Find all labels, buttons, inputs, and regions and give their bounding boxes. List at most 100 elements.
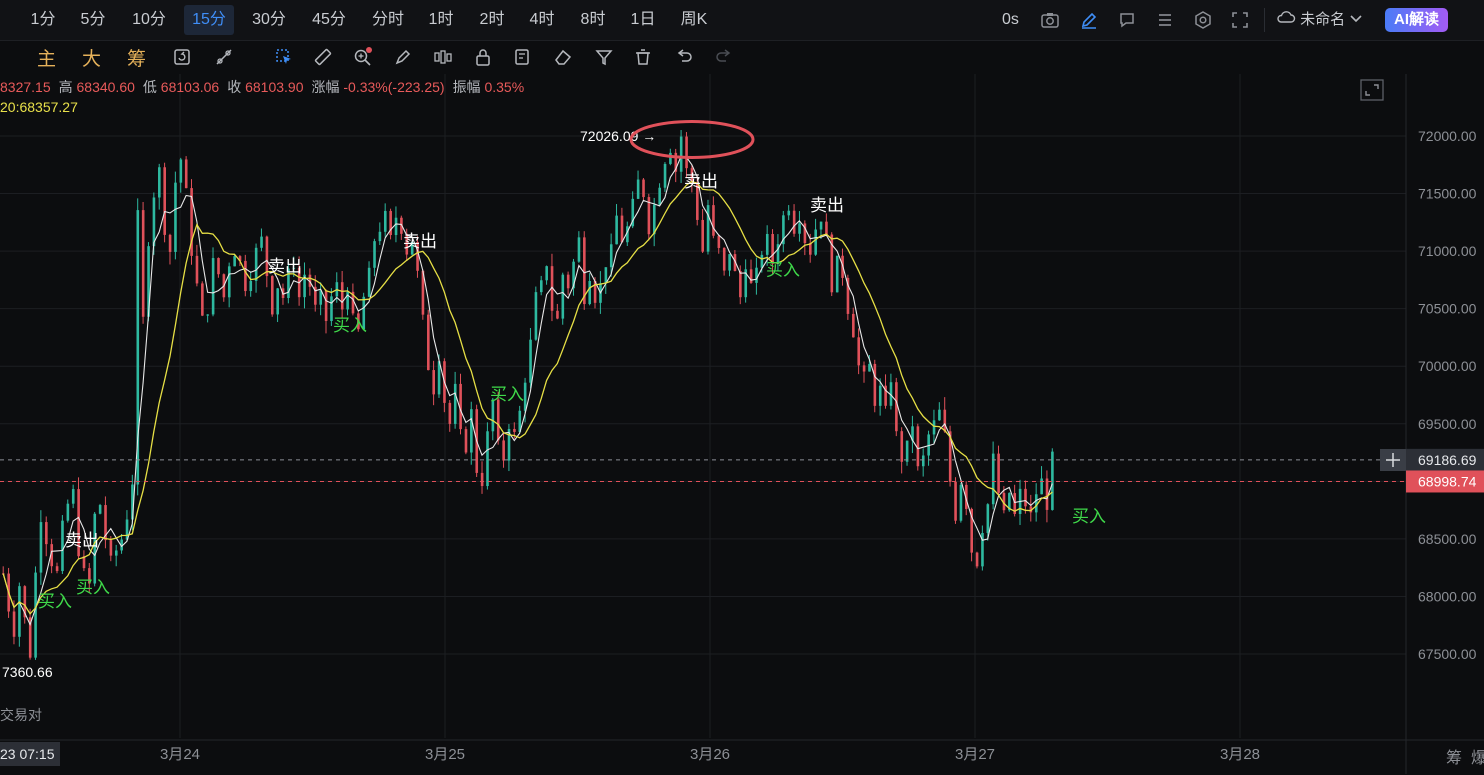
timeframe-1m[interactable]: 1分 <box>22 5 64 35</box>
comment-icon[interactable] <box>1117 10 1137 30</box>
candle-down <box>184 159 188 189</box>
refresh-timer[interactable]: 0s <box>1002 5 1019 35</box>
timeframe-8h[interactable]: 8时 <box>572 5 614 35</box>
liquidation-corner-label[interactable]: 爆 <box>1471 744 1484 768</box>
timeframe-15m[interactable]: 15分 <box>184 5 234 35</box>
candle-up <box>760 254 764 268</box>
lock-icon[interactable] <box>473 47 493 67</box>
zoom-in-icon[interactable] <box>353 47 373 67</box>
indicator-main-button[interactable]: 主 <box>37 44 56 71</box>
y-tick-label: 68500.00 <box>1418 531 1477 547</box>
expand-icon[interactable] <box>1360 79 1384 101</box>
ma-slow-line <box>2 180 1053 615</box>
timeframe-4h[interactable]: 4时 <box>521 5 563 35</box>
buy-signal: 买入 <box>38 592 72 612</box>
candle-up <box>959 484 963 521</box>
line-tool-icon[interactable] <box>214 47 234 67</box>
y-tick-label: 67500.00 <box>1418 646 1477 662</box>
candle-up <box>179 159 183 183</box>
timeframe-5m[interactable]: 5分 <box>72 5 114 35</box>
candle-up <box>152 197 156 247</box>
camera-icon[interactable] <box>1040 10 1060 30</box>
candle-down <box>975 552 979 567</box>
candle-down <box>141 210 145 317</box>
candle-down <box>324 290 328 322</box>
buy-signal: 买入 <box>333 316 367 336</box>
candle-down <box>900 431 904 462</box>
indicator-chip-button[interactable]: 筹 <box>127 44 146 71</box>
candle-up <box>921 455 925 467</box>
chip-corner-label[interactable]: 筹 <box>1446 744 1462 768</box>
undo-icon[interactable] <box>674 47 694 67</box>
candle-down <box>432 370 435 395</box>
candle-down <box>109 540 113 556</box>
candle-up <box>765 233 769 255</box>
candle-down <box>163 167 166 235</box>
cursor-icon[interactable] <box>274 47 294 67</box>
eraser-icon[interactable] <box>553 47 573 67</box>
crosshair-add-icon[interactable] <box>1380 449 1406 471</box>
chevron-down-icon <box>1349 11 1363 28</box>
ohlc-info: 8327.15 高 68340.60 低 68103.06 收 68103.90 涨幅 … <box>0 77 532 97</box>
redo-icon[interactable] <box>714 47 734 67</box>
list-icon[interactable] <box>1155 10 1175 30</box>
current-price-tag: 69186.69 <box>1418 452 1477 468</box>
fullscreen-icon[interactable] <box>1230 10 1250 30</box>
edit-list-icon[interactable] <box>513 47 533 67</box>
ruler-icon[interactable] <box>313 47 333 67</box>
candle-up <box>39 522 43 573</box>
timeframe-1d[interactable]: 1日 <box>622 5 664 35</box>
pencil-icon[interactable] <box>1079 10 1099 30</box>
close-label: 收 <box>227 79 242 95</box>
timeframe-1w[interactable]: 周K <box>673 5 715 35</box>
candle-up <box>878 385 882 406</box>
candle-up <box>61 520 64 572</box>
candlestick-chart[interactable]: 67500.0068000.0068500.0069000.0069500.00… <box>0 74 1484 774</box>
sell-signal: 卖出 <box>65 531 99 551</box>
sell-signal: 卖出 <box>810 196 844 216</box>
ai-analysis-button[interactable]: AI解读 <box>1385 8 1448 32</box>
candle-down <box>502 440 505 461</box>
candle-down <box>1024 488 1027 507</box>
timeframe-45m[interactable]: 45分 <box>304 5 354 35</box>
indicator-big-button[interactable]: 大 <box>82 44 101 71</box>
candle-down <box>771 233 774 264</box>
candle-down <box>685 136 688 169</box>
timeframe-timeshare[interactable]: 分时 <box>364 5 412 35</box>
timeframe-2h[interactable]: 2时 <box>471 5 513 35</box>
filter-icon[interactable] <box>594 47 614 67</box>
candle-down <box>825 221 828 235</box>
ma-value: 20:68357.27 <box>0 99 78 115</box>
layout-select[interactable]: 未命名 <box>1276 5 1363 35</box>
candle-down <box>749 269 753 283</box>
timeframe-1h[interactable]: 1时 <box>420 5 462 35</box>
candle-down <box>852 313 855 338</box>
x-tick-label: 3月25 <box>425 746 465 763</box>
candle-up <box>615 215 618 245</box>
timeframe-toolbar: 1分 5分 10分 15分 30分 45分 分时 1时 2时 4时 8时 1日 … <box>0 0 1484 41</box>
candle-down <box>448 402 452 424</box>
y-tick-label: 69500.00 <box>1418 416 1477 432</box>
candle-up <box>986 504 990 533</box>
change-label: 涨幅 <box>311 79 340 95</box>
refresh-icon[interactable] <box>172 47 192 67</box>
timeframe-30m[interactable]: 30分 <box>244 5 294 35</box>
candle-down <box>792 210 796 234</box>
settings-icon[interactable] <box>1193 10 1213 30</box>
candle-up <box>373 241 376 268</box>
candle-up <box>383 210 387 232</box>
trash-icon[interactable] <box>633 47 653 67</box>
candle-up <box>211 258 215 315</box>
candle-down <box>862 365 866 372</box>
candle-up <box>938 409 941 421</box>
candle-up <box>66 503 70 521</box>
candle-up <box>787 210 791 216</box>
timeframe-10m[interactable]: 10分 <box>124 5 174 35</box>
bar-chart-icon[interactable] <box>433 47 453 67</box>
candle-up <box>227 266 231 298</box>
candle-down <box>427 314 430 371</box>
brush-icon[interactable] <box>393 47 413 67</box>
candle-up <box>658 187 661 205</box>
sell-signal: 卖出 <box>403 232 437 252</box>
candle-down <box>45 522 48 545</box>
